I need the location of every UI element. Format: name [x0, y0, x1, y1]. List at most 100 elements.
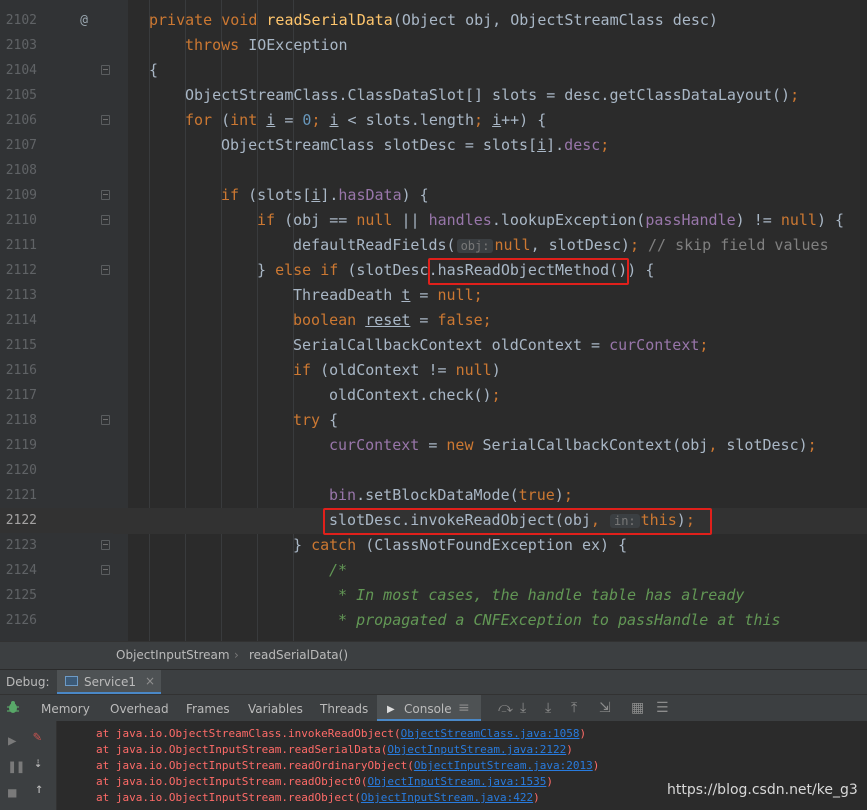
bug-icon[interactable]: [6, 700, 20, 714]
restore-layout-icon[interactable]: ☰: [656, 700, 669, 716]
override-marker-icon[interactable]: @: [76, 8, 92, 33]
code-text[interactable]: ThreadDeath t = null;: [113, 283, 867, 308]
code-text[interactable]: if (obj == null || handles.lookupExcepti…: [113, 208, 867, 233]
line-number[interactable]: 2126: [0, 608, 37, 633]
code-line[interactable]: 2109 if (slots[i].hasData) {: [0, 183, 867, 208]
code-line[interactable]: 2123 } catch (ClassNotFoundException ex) …: [0, 533, 867, 558]
code-editor[interactable]: 2102 @ private void readSerialData(Object …: [0, 0, 867, 641]
code-line[interactable]: 2120: [0, 458, 867, 483]
force-step-into-icon[interactable]: ⤓: [545, 700, 551, 716]
sort-icon[interactable]: ⇣: [34, 755, 42, 771]
code-line[interactable]: 2114 boolean reset = false;: [0, 308, 867, 333]
show-execution-point-icon[interactable]: ≡: [458, 700, 470, 716]
line-number[interactable]: 2120: [0, 458, 37, 483]
code-line[interactable]: 2103 throws IOException: [0, 33, 867, 58]
line-number[interactable]: 2119: [0, 433, 37, 458]
code-text[interactable]: {: [113, 58, 867, 83]
resume-icon[interactable]: ▶: [8, 733, 16, 749]
step-over-icon[interactable]: ⤼: [498, 700, 513, 716]
tab-frames[interactable]: Frames: [186, 702, 230, 716]
evaluate-icon[interactable]: ▦: [631, 700, 644, 716]
line-number[interactable]: 2113: [0, 283, 37, 308]
code-text[interactable]: * In most cases, the handle table has al…: [113, 583, 867, 608]
source-link[interactable]: ObjectInputStream.java:2013: [414, 759, 593, 772]
code-text[interactable]: /*: [113, 558, 867, 583]
code-text[interactable]: private void readSerialData(Object obj, …: [113, 8, 867, 33]
code-line[interactable]: 2113 ThreadDeath t = null;: [0, 283, 867, 308]
line-number[interactable]: 2121: [0, 483, 37, 508]
stop-icon[interactable]: ■: [8, 785, 16, 801]
fold-icon[interactable]: [101, 415, 110, 425]
code-line[interactable]: 2121 bin.setBlockDataMode(true);: [0, 483, 867, 508]
fold-icon[interactable]: [101, 190, 110, 200]
code-text[interactable]: if (oldContext != null): [113, 358, 867, 383]
code-line[interactable]: 2119 curContext = new SerialCallbackConte…: [0, 433, 867, 458]
step-out-icon[interactable]: ⤒: [571, 700, 577, 716]
code-line[interactable]: 2118 try {: [0, 408, 867, 433]
line-number[interactable]: 2114: [0, 308, 37, 333]
pause-icon[interactable]: ❚❚: [8, 759, 25, 775]
line-number[interactable]: 2117: [0, 383, 37, 408]
line-number[interactable]: 2112: [0, 258, 37, 283]
tab-overhead[interactable]: Overhead: [110, 702, 169, 716]
line-number[interactable]: 2115: [0, 333, 37, 358]
breadcrumb-class[interactable]: ObjectInputStream: [116, 642, 230, 669]
run-to-cursor-icon[interactable]: ⇲: [599, 700, 611, 716]
code-text[interactable]: ObjectStreamClass slotDesc = slots[i].de…: [113, 133, 867, 158]
fold-icon[interactable]: [101, 65, 110, 75]
code-line[interactable]: 2106 for (int i = 0; i < slots.length; i+…: [0, 108, 867, 133]
code-line[interactable]: 2102 @ private void readSerialData(Object …: [0, 8, 867, 33]
line-number[interactable]: 2123: [0, 533, 37, 558]
line-number[interactable]: 2116: [0, 358, 37, 383]
code-line[interactable]: 2108: [0, 158, 867, 183]
code-text[interactable]: try {: [113, 408, 867, 433]
code-line[interactable]: 2117 oldContext.check();: [0, 383, 867, 408]
code-text[interactable]: curContext = new SerialCallbackContext(o…: [113, 433, 867, 458]
tab-variables[interactable]: Variables: [248, 702, 303, 716]
source-link[interactable]: ObjectInputStream.java:422: [361, 791, 533, 804]
line-number[interactable]: 2103: [0, 33, 37, 58]
code-text[interactable]: throws IOException: [113, 33, 867, 58]
line-number[interactable]: 2107: [0, 133, 37, 158]
debug-session-tab[interactable]: Service1 ×: [57, 670, 161, 694]
fold-icon[interactable]: [101, 215, 110, 225]
line-number[interactable]: 2102: [0, 8, 37, 33]
step-into-icon[interactable]: ⤓: [520, 700, 526, 716]
fold-icon[interactable]: [101, 265, 110, 275]
line-number[interactable]: 2118: [0, 408, 37, 433]
code-text[interactable]: bin.setBlockDataMode(true);: [113, 483, 867, 508]
fold-icon[interactable]: [101, 565, 110, 575]
code-text[interactable]: for (int i = 0; i < slots.length; i++) {: [113, 108, 867, 133]
fold-icon[interactable]: [101, 115, 110, 125]
line-number[interactable]: 2105: [0, 83, 37, 108]
code-text[interactable]: SerialCallbackContext oldContext = curCo…: [113, 333, 867, 358]
up-arrow-icon[interactable]: ↑: [35, 781, 43, 797]
line-number[interactable]: 2124: [0, 558, 37, 583]
source-link[interactable]: ObjectInputStream.java:2122: [387, 743, 566, 756]
line-number[interactable]: 2106: [0, 108, 37, 133]
code-line[interactable]: 2107 ObjectStreamClass slotDesc = slots[i…: [0, 133, 867, 158]
code-line[interactable]: 2115 SerialCallbackContext oldContext = c…: [0, 333, 867, 358]
code-text[interactable]: } catch (ClassNotFoundException ex) {: [113, 533, 867, 558]
line-number[interactable]: 2108: [0, 158, 37, 183]
code-line[interactable]: 2104 {: [0, 58, 867, 83]
source-link[interactable]: ObjectInputStream.java:1535: [368, 775, 547, 788]
code-text[interactable]: ObjectStreamClass.ClassDataSlot[] slots …: [113, 83, 867, 108]
code-text[interactable]: defaultReadFields(obj: null, slotDesc); /…: [113, 233, 867, 259]
code-line[interactable]: 2105 ObjectStreamClass.ClassDataSlot[] sl…: [0, 83, 867, 108]
code-line[interactable]: 2124 /*: [0, 558, 867, 583]
breadcrumb-method[interactable]: readSerialData(): [249, 642, 348, 669]
code-text[interactable]: boolean reset = false;: [113, 308, 867, 333]
close-icon[interactable]: ×: [145, 674, 155, 688]
tab-threads[interactable]: Threads: [320, 702, 368, 716]
line-number[interactable]: 2111: [0, 233, 37, 258]
breakpoint-edit-icon[interactable]: ✎: [33, 729, 41, 745]
code-text[interactable]: * propagated a CNFException to passHandl…: [113, 608, 867, 633]
line-number[interactable]: 2125: [0, 583, 37, 608]
code-line[interactable]: 2110 if (obj == null || handles.lookupExc…: [0, 208, 867, 233]
code-line[interactable]: 2126 * propagated a CNFException to pass…: [0, 608, 867, 633]
line-number[interactable]: 2104: [0, 58, 37, 83]
code-line[interactable]: 2111 defaultReadFields(obj: null, slotDesc…: [0, 233, 867, 258]
line-number[interactable]: 2109: [0, 183, 37, 208]
tab-memory[interactable]: Memory: [41, 702, 90, 716]
